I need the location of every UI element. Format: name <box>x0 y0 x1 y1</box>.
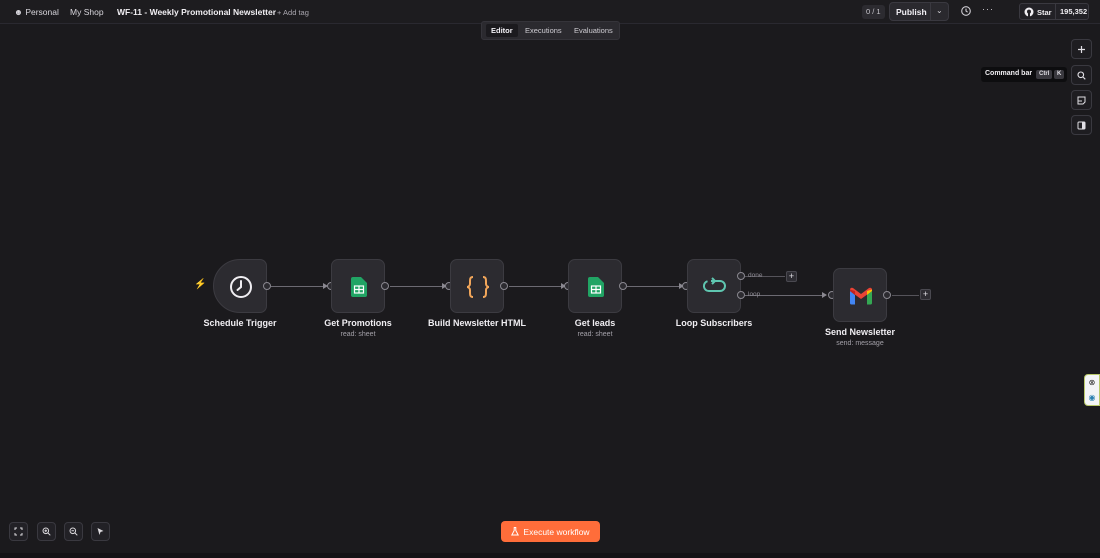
execute-workflow-button[interactable]: Execute workflow <box>501 521 600 542</box>
output-port[interactable] <box>263 282 271 290</box>
output-port[interactable] <box>883 291 891 299</box>
node-label: Build Newsletter HTML <box>427 318 526 328</box>
zoom-out-button[interactable] <box>64 522 83 541</box>
output-port[interactable] <box>381 282 389 290</box>
add-node-plus-done[interactable]: + <box>786 271 797 282</box>
shortcut-key-k: K <box>1054 70 1065 79</box>
arrow-icon <box>822 292 827 298</box>
more-options-icon[interactable]: ··· <box>982 4 994 14</box>
github-star-count: 195,352 <box>1060 7 1088 16</box>
add-tag-button[interactable]: + Add tag <box>277 8 309 17</box>
panel-icon <box>1077 121 1086 129</box>
github-divider <box>1055 4 1056 19</box>
github-star-button[interactable]: Star 195,352 <box>1019 3 1089 20</box>
node-label: Get Promotions <box>324 318 392 328</box>
clock-icon <box>214 260 268 314</box>
user-icon: ☻ <box>14 7 23 17</box>
node-get-leads[interactable] <box>568 259 622 313</box>
cursor-icon <box>97 528 104 535</box>
zoom-in-icon <box>42 527 51 536</box>
output-edge[interactable] <box>892 295 919 296</box>
loop-output-port[interactable] <box>737 291 745 299</box>
done-branch-label: done <box>748 272 763 279</box>
publish-label: Publish <box>896 7 927 17</box>
node-subtitle: send: message <box>836 340 884 347</box>
github-star-label: Star <box>1037 7 1052 17</box>
version-counter: 0 / 1 <box>862 5 885 19</box>
panel-toggle-button[interactable] <box>1071 115 1092 135</box>
loop-icon <box>688 260 742 314</box>
view-tabs: Editor Executions Evaluations <box>481 21 620 40</box>
tab-evaluations[interactable]: Evaluations <box>569 24 618 37</box>
node-label: Schedule Trigger <box>203 318 277 328</box>
globe-icon[interactable]: ◉ <box>1089 393 1096 402</box>
node-label: Loop Subscribers <box>675 318 753 328</box>
add-node-plus-end[interactable]: + <box>920 289 931 300</box>
loop-branch-label: loop <box>748 291 761 298</box>
personal-breadcrumb[interactable]: ☻ Personal <box>14 7 59 17</box>
fit-view-button[interactable] <box>9 522 28 541</box>
github-star: Star <box>1024 7 1052 17</box>
sticky-note-icon <box>1077 96 1086 104</box>
connection-edge[interactable] <box>271 286 326 287</box>
search-button[interactable] <box>1071 65 1092 85</box>
tab-executions[interactable]: Executions <box>520 24 567 37</box>
zoom-out-icon <box>69 527 78 536</box>
output-port[interactable] <box>619 282 627 290</box>
trigger-bolt-icon: ⚡ <box>194 279 207 290</box>
command-bar-label: Command bar <box>985 70 1033 77</box>
bottom-strip <box>0 553 1100 558</box>
command-bar-tooltip: Command bar Ctrl K <box>981 67 1067 82</box>
node-build-newsletter-html[interactable] <box>450 259 504 313</box>
output-port[interactable] <box>500 282 508 290</box>
sticky-note-button[interactable] <box>1071 90 1092 110</box>
personal-label: Personal <box>25 7 59 17</box>
node-get-promotions[interactable] <box>331 259 385 313</box>
plus-icon <box>1078 45 1085 53</box>
node-loop-subscribers[interactable] <box>687 259 741 313</box>
code-braces-icon <box>451 260 505 314</box>
gmail-icon <box>834 269 888 323</box>
google-sheets-icon <box>332 260 386 314</box>
connection-edge[interactable] <box>509 286 564 287</box>
node-subtitle: read: sheet <box>340 331 376 338</box>
publish-divider <box>930 3 931 20</box>
node-label: Get leads <box>574 318 616 328</box>
node-label: Send Newsletter <box>824 327 896 337</box>
shortcut-key-ctrl: Ctrl <box>1036 70 1053 79</box>
execute-workflow-label: Execute workflow <box>523 526 590 537</box>
history-icon[interactable] <box>960 5 972 17</box>
workflow-name[interactable]: WF-11 - Weekly Promotional Newsletter <box>117 7 276 17</box>
node-send-newsletter[interactable] <box>833 268 887 322</box>
google-sheets-icon <box>569 260 623 314</box>
node-schedule-trigger[interactable] <box>213 259 267 313</box>
chevron-down-icon[interactable]: ⌄ <box>936 6 943 15</box>
close-icon[interactable]: ⊗ <box>1089 378 1096 387</box>
node-subtitle: read: sheet <box>577 331 613 338</box>
add-node-button[interactable] <box>1071 39 1092 59</box>
done-output-port[interactable] <box>737 272 745 280</box>
connection-edge[interactable] <box>627 286 682 287</box>
pointer-tool-button[interactable] <box>91 522 110 541</box>
side-widget[interactable]: ⊗ ◉ <box>1084 374 1100 406</box>
tab-editor[interactable]: Editor <box>486 24 518 37</box>
zoom-in-button[interactable] <box>37 522 56 541</box>
fit-view-icon <box>14 527 23 536</box>
search-icon <box>1077 70 1086 80</box>
publish-button[interactable]: Publish ⌄ <box>889 2 949 21</box>
flask-icon <box>511 527 520 536</box>
connection-edge[interactable] <box>390 286 445 287</box>
project-breadcrumb[interactable]: My Shop <box>70 7 104 17</box>
github-icon <box>1024 7 1034 17</box>
